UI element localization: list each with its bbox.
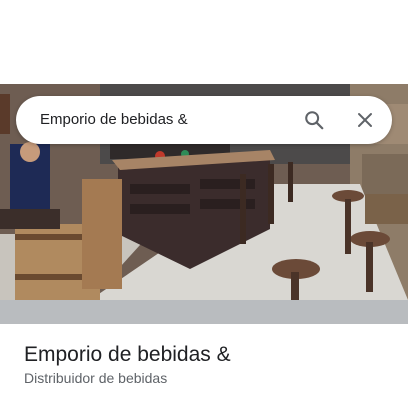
close-icon: [358, 113, 372, 127]
place-category: Distribuidor de bebidas: [24, 370, 168, 386]
photo-footer-strip: [0, 300, 408, 324]
search-icon: [305, 111, 324, 130]
clear-search-button[interactable]: [349, 104, 381, 136]
search-input[interactable]: Emporio de bebidas &: [40, 96, 188, 144]
search-bar[interactable]: Emporio de bebidas &: [16, 96, 392, 144]
search-button[interactable]: [298, 104, 330, 136]
place-title: Emporio de bebidas &: [24, 343, 231, 366]
top-whitespace: [0, 0, 408, 84]
